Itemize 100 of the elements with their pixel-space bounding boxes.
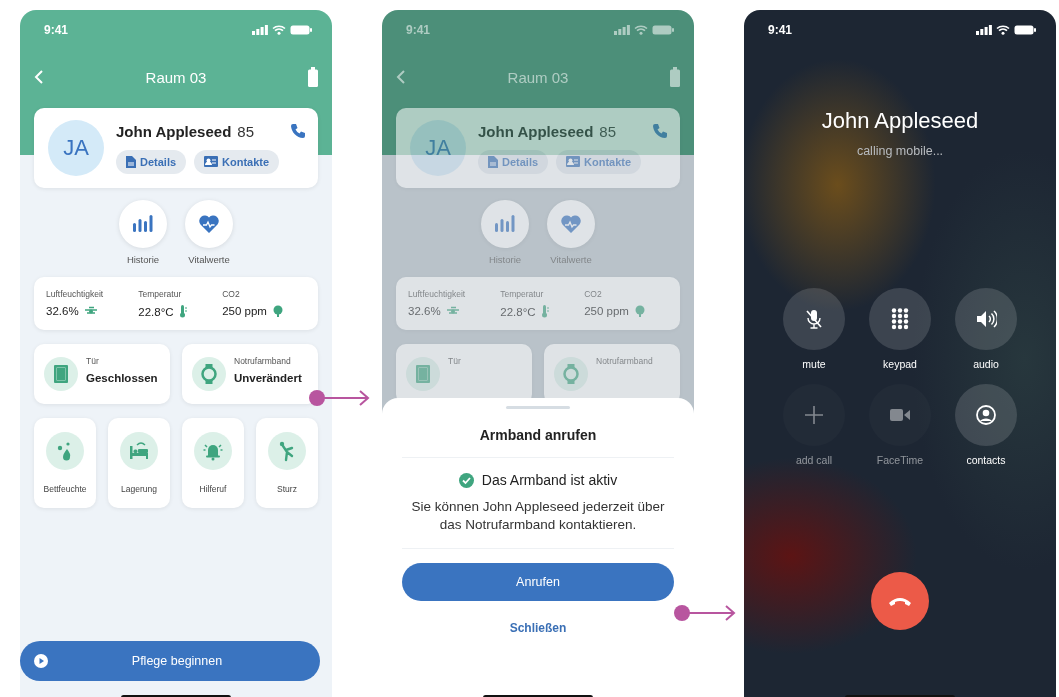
- call-status: calling mobile...: [855, 144, 945, 158]
- document-icon: [488, 155, 498, 168]
- status-text: Das Armband ist aktiv: [481, 472, 618, 488]
- door-icon: [54, 365, 68, 383]
- control-label: keypad: [883, 358, 917, 370]
- signal-icon: [252, 25, 268, 35]
- speaker-icon: [977, 310, 997, 328]
- sensor-label: Temperatur: [138, 289, 183, 299]
- person-circle-icon: [976, 405, 996, 425]
- tile-label: Tür: [448, 356, 461, 366]
- patient-age: 85: [237, 122, 254, 140]
- patient-name: John Appleseed: [116, 122, 232, 140]
- avatar: JA: [48, 120, 104, 176]
- video-camera-icon: [890, 409, 910, 421]
- sensor-value: 32.6%: [46, 305, 79, 317]
- contacts-button[interactable]: Kontakte: [194, 149, 280, 174]
- phone-icon[interactable]: [652, 123, 668, 139]
- tile-value: Geschlossen: [86, 372, 158, 384]
- keypad-icon: [891, 308, 909, 330]
- watch-icon: [201, 364, 217, 384]
- hang-up-icon: [888, 596, 912, 606]
- tile-label: Tür: [86, 356, 100, 366]
- plus-icon: [804, 405, 824, 425]
- watch-icon: [563, 364, 579, 384]
- tile-label: Notrufarmband: [234, 356, 292, 366]
- signal-icon: [976, 25, 992, 35]
- sensor-label: CO2: [584, 289, 603, 299]
- play-icon: [34, 654, 48, 668]
- sensor-label: Luftfeuchtigkeit: [46, 289, 105, 299]
- tree-icon: [271, 305, 284, 317]
- door-icon: [416, 365, 430, 383]
- alarm-bell-icon: [202, 444, 224, 461]
- tile-label: Notrufarmband: [596, 356, 653, 366]
- connector-arrow: [674, 605, 736, 621]
- status-time: 9:41: [44, 23, 69, 37]
- battery-icon: [1014, 25, 1036, 35]
- vitals-button[interactable]: [185, 200, 233, 248]
- sheet-message: Sie können John Appleseed jederzeit über das Notrufarmband kontaktieren.: [410, 498, 666, 535]
- sheet-title: Armband anrufen: [479, 427, 597, 443]
- check-circle-icon: [458, 472, 474, 488]
- bed-icon: [130, 442, 148, 459]
- status-time: 9:41: [768, 23, 793, 37]
- screen-title: Raum 03: [144, 68, 208, 86]
- sensor-value: 22.8°C: [138, 305, 174, 318]
- battery-icon: [290, 25, 312, 35]
- heart-pulse-icon: [561, 215, 581, 233]
- call-button[interactable]: Anrufen: [402, 563, 674, 602]
- action-label: Historie: [488, 254, 522, 265]
- sensor-value: 32.6%: [408, 305, 441, 317]
- wifi-icon: [272, 25, 286, 35]
- back-icon[interactable]: [34, 69, 44, 85]
- contact-card-icon: [566, 156, 581, 167]
- action-tile[interactable]: Hilferuf: [182, 418, 244, 508]
- action-label: Historie: [126, 254, 160, 265]
- close-link[interactable]: Schließen: [509, 621, 567, 636]
- wifi-icon: [634, 25, 648, 35]
- avatar: JA: [410, 120, 466, 176]
- patient-age: 85: [599, 122, 616, 140]
- status-time: 9:41: [406, 23, 431, 37]
- details-button[interactable]: Details: [116, 149, 187, 174]
- status-tile[interactable]: Notrufarmband Unverändert: [182, 344, 318, 404]
- sensor-label: CO2: [222, 289, 241, 299]
- bar-chart-icon: [133, 215, 153, 232]
- sensor-value: 250 ppm: [584, 305, 629, 317]
- battery-icon: [652, 25, 674, 35]
- start-care-button[interactable]: Pflege beginnen: [20, 641, 320, 681]
- sheet-handle[interactable]: [506, 406, 570, 409]
- screen-title: Raum 03: [506, 68, 570, 86]
- end-call-button[interactable]: [871, 572, 929, 630]
- action-label: Vitalwerte: [188, 254, 230, 265]
- action-label: Vitalwerte: [550, 254, 592, 265]
- action-tile[interactable]: Bettfeuchte: [34, 418, 96, 508]
- falling-person-icon: [279, 441, 294, 462]
- sensor-value: 22.8°C: [500, 305, 536, 318]
- wifi-icon: [996, 25, 1010, 35]
- battery-icon: [670, 67, 680, 87]
- control-label: add call: [795, 454, 833, 466]
- document-icon: [126, 155, 136, 168]
- tree-icon: [633, 305, 646, 317]
- control-label: FaceTime: [876, 454, 924, 466]
- connector-arrow: [309, 390, 370, 406]
- action-tile[interactable]: Sturz: [256, 418, 318, 508]
- tile-value: Unverändert: [234, 372, 302, 384]
- phone-icon[interactable]: [290, 123, 306, 139]
- contact-card-icon: [204, 156, 219, 167]
- thermometer-icon: [178, 305, 187, 318]
- patient-name: John Appleseed: [478, 122, 594, 140]
- control-label: audio: [973, 358, 999, 370]
- sensor-label: Temperatur: [500, 289, 545, 299]
- history-button[interactable]: [119, 200, 167, 248]
- bar-chart-icon: [495, 215, 515, 232]
- mute-icon: [806, 310, 822, 329]
- heart-pulse-icon: [199, 215, 219, 233]
- status-tile[interactable]: Tür Geschlossen: [34, 344, 170, 404]
- control-label: mute: [802, 358, 826, 370]
- caller-name: John Appleseed: [820, 108, 980, 134]
- control-label: contacts: [966, 454, 1006, 466]
- thermometer-icon: [540, 305, 549, 318]
- action-tile[interactable]: Lagerung: [108, 418, 170, 508]
- battery-icon: [308, 67, 318, 87]
